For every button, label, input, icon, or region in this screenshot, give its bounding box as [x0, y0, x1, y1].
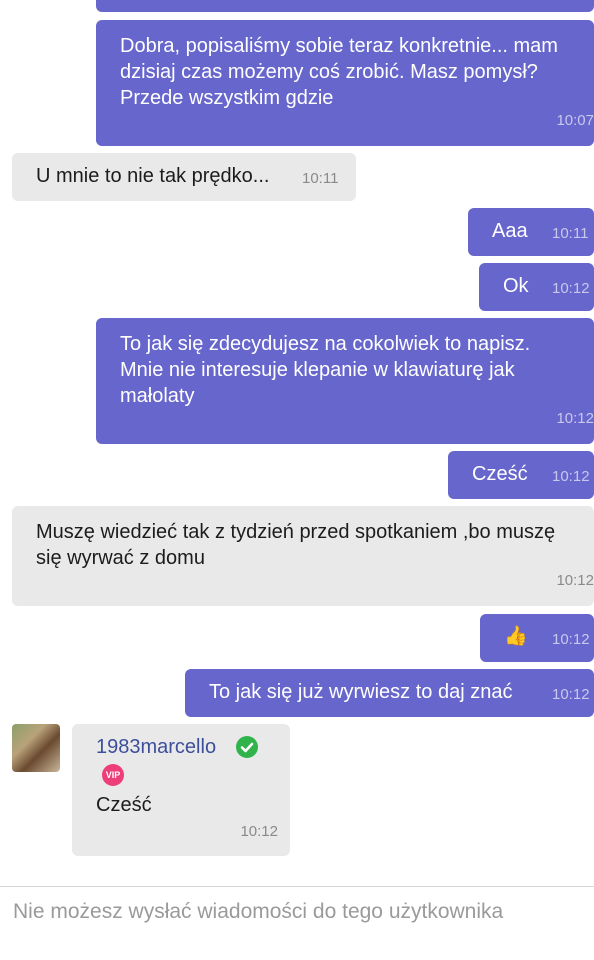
message-bubble-outgoing[interactable]: To jak się zdecydujesz na cokolwiek to n…	[96, 318, 594, 444]
message-time: 10:11	[302, 170, 339, 187]
message-time: 10:12	[556, 410, 594, 427]
message-time: 10:12	[240, 823, 278, 840]
message-text: Cześć	[96, 794, 152, 816]
chat-thread[interactable]: Dobra, popisaliśmy sobie teraz konkretni…	[0, 0, 594, 885]
message-text: Dobra, popisaliśmy sobie teraz konkretni…	[120, 35, 558, 109]
message-input-disabled: Nie możesz wysłać wiadomości do tego uży…	[0, 886, 594, 960]
profile-message-card[interactable]: 1983marcello VIP Cześć 10:12	[72, 724, 290, 856]
username-link[interactable]: 1983marcello	[96, 736, 216, 759]
message-bubble-outgoing[interactable]: Dobra, popisaliśmy sobie teraz konkretni…	[96, 20, 594, 146]
avatar[interactable]	[12, 724, 60, 772]
check-circle-icon	[236, 736, 258, 758]
message-bubble-partial	[96, 0, 594, 12]
message-text: U mnie to nie tak prędko...	[36, 165, 270, 187]
message-text: Aaa	[492, 220, 528, 242]
thumbs-up-icon: 👍	[504, 626, 528, 647]
message-time: 10:07	[556, 112, 594, 129]
message-time: 10:12	[552, 686, 590, 703]
message-bubble-outgoing[interactable]: Cześć 10:12	[448, 451, 594, 499]
message-bubble-incoming[interactable]: U mnie to nie tak prędko... 10:11	[12, 153, 356, 201]
cannot-message-notice: Nie możesz wysłać wiadomości do tego uży…	[13, 900, 504, 923]
message-text: Muszę wiedzieć tak z tydzień przed spotk…	[36, 521, 556, 569]
message-bubble-outgoing[interactable]: 👍 10:12	[480, 614, 594, 662]
message-text: To jak się już wyrwiesz to daj znać	[209, 681, 513, 703]
message-time: 10:12	[556, 572, 594, 589]
message-time: 10:12	[552, 280, 590, 297]
message-time: 10:12	[552, 468, 590, 485]
message-bubble-outgoing[interactable]: Aaa 10:11	[468, 208, 594, 256]
message-time: 10:12	[552, 631, 590, 648]
message-bubble-incoming[interactable]: Muszę wiedzieć tak z tydzień przed spotk…	[12, 506, 594, 606]
message-text: Cześć	[472, 463, 528, 485]
vip-badge: VIP	[102, 764, 124, 786]
message-bubble-outgoing[interactable]: To jak się już wyrwiesz to daj znać 10:1…	[185, 669, 594, 717]
message-text: To jak się zdecydujesz na cokolwiek to n…	[120, 333, 531, 407]
message-text: Ok	[503, 275, 529, 297]
message-time: 10:11	[552, 225, 589, 242]
message-bubble-outgoing[interactable]: Ok 10:12	[479, 263, 594, 311]
